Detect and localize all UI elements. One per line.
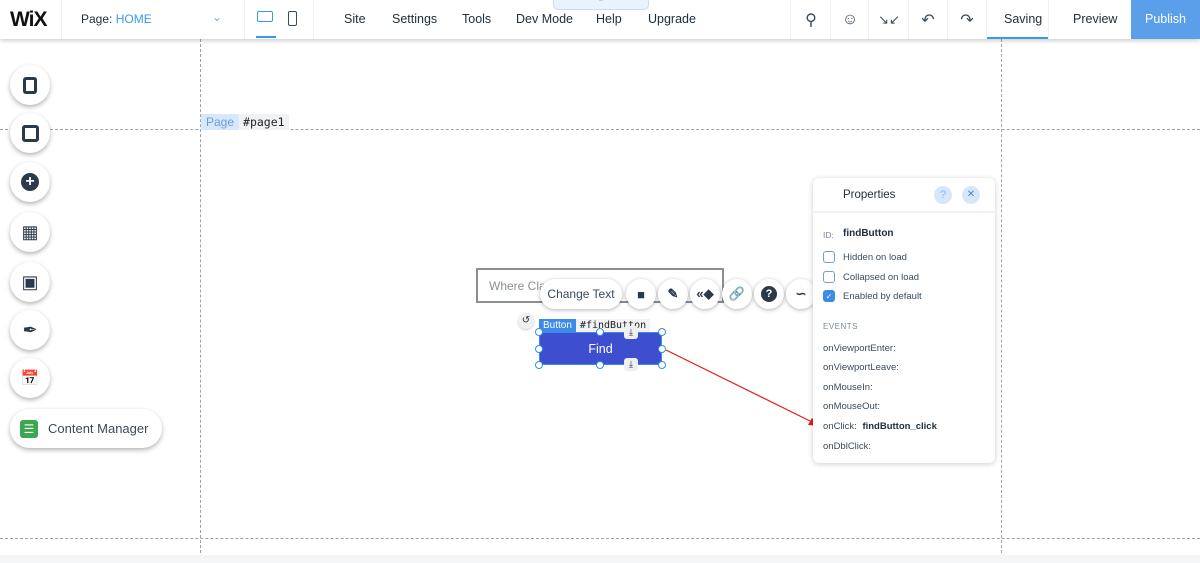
- event-onviewportenter[interactable]: onViewportEnter:: [823, 343, 896, 354]
- panel-help-icon[interactable]: ?: [934, 186, 952, 204]
- menu-dev-mode[interactable]: Dev Mode: [516, 12, 573, 26]
- annotation-arrow: [665, 349, 820, 426]
- menu-upgrade[interactable]: Upgrade: [648, 12, 696, 26]
- desktop-active-indicator: [256, 36, 276, 38]
- hidden-on-load-checkbox[interactable]: [823, 251, 835, 263]
- zoom-out-icon[interactable]: ↘↙: [878, 10, 900, 30]
- panel-divider: [813, 211, 995, 213]
- mobile-icon[interactable]: [288, 11, 297, 26]
- add-collaborator-icon[interactable]: ☺: [840, 10, 860, 30]
- saving-indicator: [987, 37, 1048, 39]
- page-prefix: Page:: [81, 12, 113, 26]
- event-onmousein[interactable]: onMouseIn:: [823, 382, 873, 393]
- wix-logo[interactable]: WiX: [10, 8, 47, 32]
- id-value[interactable]: findButton: [843, 228, 894, 239]
- page-name: HOME: [115, 12, 152, 26]
- enabled-by-default-label: Enabled by default: [843, 291, 922, 302]
- id-label: ID:: [823, 230, 834, 240]
- menu-tools[interactable]: Tools: [462, 12, 491, 26]
- event-onclick-name: onClick:: [823, 421, 857, 432]
- search-icon[interactable]: ⚲: [801, 10, 821, 30]
- menu-settings[interactable]: Settings: [392, 12, 437, 26]
- enabled-by-default-checkbox[interactable]: ✓: [823, 290, 835, 302]
- event-onclick-handler[interactable]: findButton_click: [862, 421, 936, 432]
- hidden-on-load-label: Hidden on load: [843, 252, 907, 263]
- collapse-toggle[interactable]: ˆ: [553, 0, 649, 10]
- collapsed-on-load-checkbox[interactable]: [823, 271, 835, 283]
- menu-help[interactable]: Help: [596, 12, 622, 26]
- event-onviewportleave[interactable]: onViewportLeave:: [823, 362, 899, 373]
- chevron-down-icon[interactable]: ⌄: [212, 10, 222, 24]
- redo-icon[interactable]: ↷: [957, 10, 977, 30]
- preview-button[interactable]: Preview: [1073, 12, 1117, 26]
- desktop-icon[interactable]: [257, 11, 273, 22]
- publish-button[interactable]: Publish: [1131, 0, 1200, 39]
- event-onmouseout[interactable]: onMouseOut:: [823, 401, 880, 412]
- event-ondblclick[interactable]: onDblClick:: [823, 441, 871, 452]
- page-selector[interactable]: Page: HOME: [81, 12, 152, 26]
- menu-site[interactable]: Site: [344, 12, 366, 26]
- event-onclick[interactable]: onClick: findButton_click: [823, 421, 937, 432]
- arrow-line: [665, 349, 813, 423]
- top-bar: WiX Page: HOME ⌄ ˆ Site Settings Tools D…: [0, 0, 1200, 39]
- panel-close-icon[interactable]: ✕: [962, 186, 980, 204]
- collapsed-on-load-label: Collapsed on load: [843, 272, 920, 283]
- events-heading: EVENTS: [823, 322, 859, 331]
- panel-title: Properties: [843, 189, 896, 201]
- properties-panel: Properties ? ✕ ID: findButton Hidden on …: [813, 178, 995, 463]
- undo-icon[interactable]: ↶: [918, 10, 938, 30]
- saving-status: Saving: [1004, 12, 1043, 26]
